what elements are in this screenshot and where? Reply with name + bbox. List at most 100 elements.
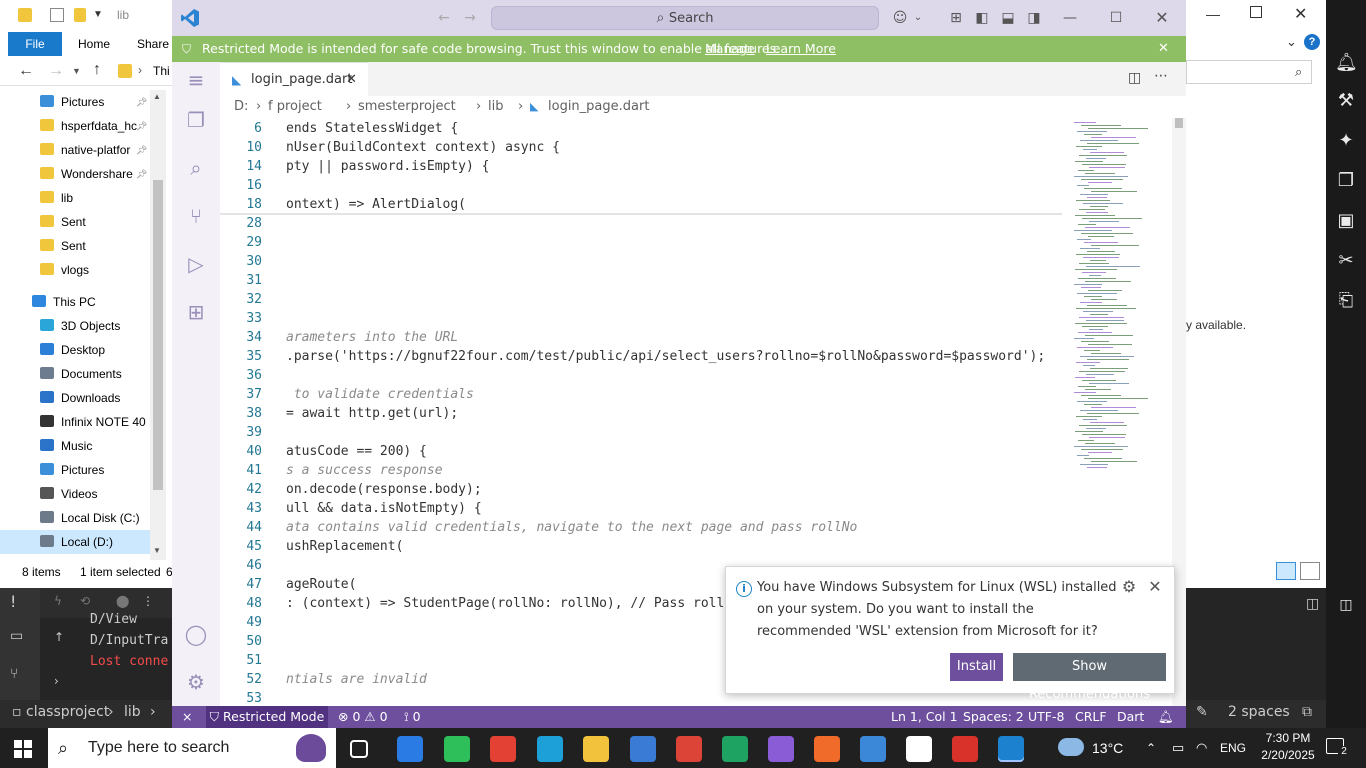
edge-icon[interactable] [537,736,563,762]
code-line[interactable]: 31 [220,271,1070,290]
close-icon[interactable]: ✕ [1294,4,1307,24]
source-control-icon[interactable]: ⑂ [184,204,208,228]
address-crumb[interactable]: Thi [153,64,170,78]
search-box[interactable]: ⌕ [1186,60,1312,84]
sticky-scroll-line[interactable]: 16 [220,176,1070,195]
nav-item[interactable]: Videos [0,482,150,506]
warning-icon[interactable]: ! [10,592,16,611]
nav-item[interactable]: Pictures 📌︎ [0,90,150,114]
problems-status[interactable]: ⊗ 0 ⚠ 0 [338,706,388,728]
details-view-icon[interactable] [1276,562,1296,580]
clock[interactable]: 7:30 PM 2/20/2025 [1258,730,1318,766]
breadcrumb-segment[interactable]: lib [488,96,503,118]
nav-item[interactable]: Documents [0,362,150,386]
search-icon[interactable]: ⌕ [184,156,208,180]
arrow-up-icon[interactable]: ↑ [54,630,64,644]
properties-icon[interactable] [50,8,64,22]
code-line[interactable]: 43 ull && data.isNotEmpty) { [220,499,1070,518]
customize-layout-icon[interactable]: ⊞ [946,8,966,28]
toggle-primary-sidebar-icon[interactable]: ◧ [972,8,992,28]
breadcrumb-segment[interactable]: D: [234,96,248,118]
drive-icon[interactable] [722,736,748,762]
code-line[interactable]: 36 [220,366,1070,385]
panel-toggle-icon[interactable]: ◫ [1306,596,1319,612]
store-icon[interactable] [630,736,656,762]
maximize-icon[interactable] [1250,6,1262,18]
nav-item[interactable]: hsperfdata_hc 📌︎ [0,114,150,138]
install-button[interactable]: Install [950,653,1003,681]
file-explorer-icon[interactable] [583,736,609,762]
code-line[interactable]: 40 atusCode == 200) { [220,442,1070,461]
nav-forward-icon[interactable]: → [460,8,480,28]
run-debug-icon[interactable]: ▷ [184,252,208,276]
nav-item[interactable]: Sent [0,210,150,234]
tab-login-page[interactable]: ◣ login_page.dart ✕ [220,62,368,96]
sticky-scroll-line[interactable]: 10 nUser(BuildContext context) async { [220,138,1070,157]
sticky-scroll-line[interactable]: 6 ends StatelessWidget { [220,119,1070,138]
forward-arrow-icon[interactable]: → [48,62,64,80]
code-line[interactable]: 29 [220,233,1070,252]
line-ending[interactable]: CRLF [1075,706,1107,728]
vscode-icon[interactable] [998,736,1024,762]
minimize-icon[interactable]: — [1060,8,1080,28]
code-line[interactable]: 33 [220,309,1070,328]
wps-icon[interactable] [952,736,978,762]
banner-learn-more-link[interactable]: Learn More [766,36,836,62]
stop-icon[interactable]: ⬤ [116,594,129,608]
tab-close-icon[interactable]: ✕ [346,63,357,97]
network-icon[interactable]: ▭ [1172,728,1184,768]
ribbon-home-tab[interactable]: Home [78,37,110,51]
up-arrow-icon[interactable]: ↑ [93,61,101,79]
breadcrumb-segment[interactable]: smesterproject [358,96,456,118]
new-folder-icon[interactable] [74,8,86,22]
weather-icon[interactable] [1058,738,1084,756]
copilot-icon[interactable]: ☺ [890,8,910,28]
source-control-icon[interactable]: ⑂ [10,666,18,682]
explorer-scrollbar[interactable]: ▲ ▼ [150,90,166,560]
copilot-dropdown-icon[interactable]: ⌄ [908,8,928,28]
nav-item[interactable]: Infinix NOTE 40 P [0,410,150,434]
explorer-files-icon[interactable]: ❐ [184,108,208,132]
pen-icon[interactable] [814,736,840,762]
more-actions-icon[interactable]: ⋯ [1154,68,1168,84]
task-view-icon[interactable] [350,740,368,758]
nav-item[interactable]: Sent [0,234,150,258]
quick-access-dropdown-icon[interactable]: ▼ [93,9,103,20]
large-icons-view-icon[interactable] [1300,562,1320,580]
message-icon[interactable]: ⎗ [1335,290,1357,312]
nav-item[interactable]: Downloads [0,386,150,410]
nav-item[interactable]: Wondershare 📌︎ [0,162,150,186]
code-line[interactable]: 38 = await http.get(url); [220,404,1070,423]
android-studio-icon[interactable] [860,736,886,762]
start-windows-icon[interactable] [14,740,32,758]
scroll-up-icon[interactable]: ▲ [153,92,161,101]
indentation[interactable]: Spaces: 2 [963,706,1024,728]
m365-icon[interactable] [768,736,794,762]
code-line[interactable]: 44 ata contains valid credentials, naviga… [220,518,1070,537]
history-dropdown-icon[interactable]: ▼ [72,66,81,76]
command-center-search[interactable]: ⌕ Search [491,6,879,30]
code-line[interactable]: 32 [220,290,1070,309]
menu-icon[interactable]: ≡ [184,68,208,92]
weather-temp[interactable]: 13°C [1092,728,1123,768]
cursor-position[interactable]: Ln 1, Col 1 [891,706,958,728]
extensions-icon[interactable]: ⊞ [184,300,208,324]
copilot-icon[interactable]: ✦ [1335,130,1357,152]
banner-close-icon[interactable]: ✕ [1158,36,1169,62]
nav-item[interactable]: native-platfor 📌︎ [0,138,150,162]
chrome-icon[interactable] [490,736,516,762]
banner-manage-link[interactable]: Manage [705,36,755,62]
accounts-icon[interactable]: ◯ [184,622,208,646]
scissors-icon[interactable]: ✂ [1335,250,1357,272]
explorer-scroll-thumb[interactable] [153,180,163,490]
breadcrumb-segment[interactable]: f project [268,96,322,118]
bg-edit-icon[interactable]: ✎ [1196,704,1208,720]
editor-scroll-thumb[interactable] [1175,118,1183,128]
code-line[interactable]: 39 [220,423,1070,442]
notification-settings-gear-icon[interactable]: ⚙ [1120,578,1138,596]
more-icon[interactable]: ⋮ [142,594,154,608]
chevron-right-icon[interactable]: › [54,674,59,688]
nav-item[interactable]: Desktop [0,338,150,362]
show-recommendations-button[interactable]: Show Recommendations [1013,653,1166,702]
whatsapp-icon[interactable] [444,736,470,762]
